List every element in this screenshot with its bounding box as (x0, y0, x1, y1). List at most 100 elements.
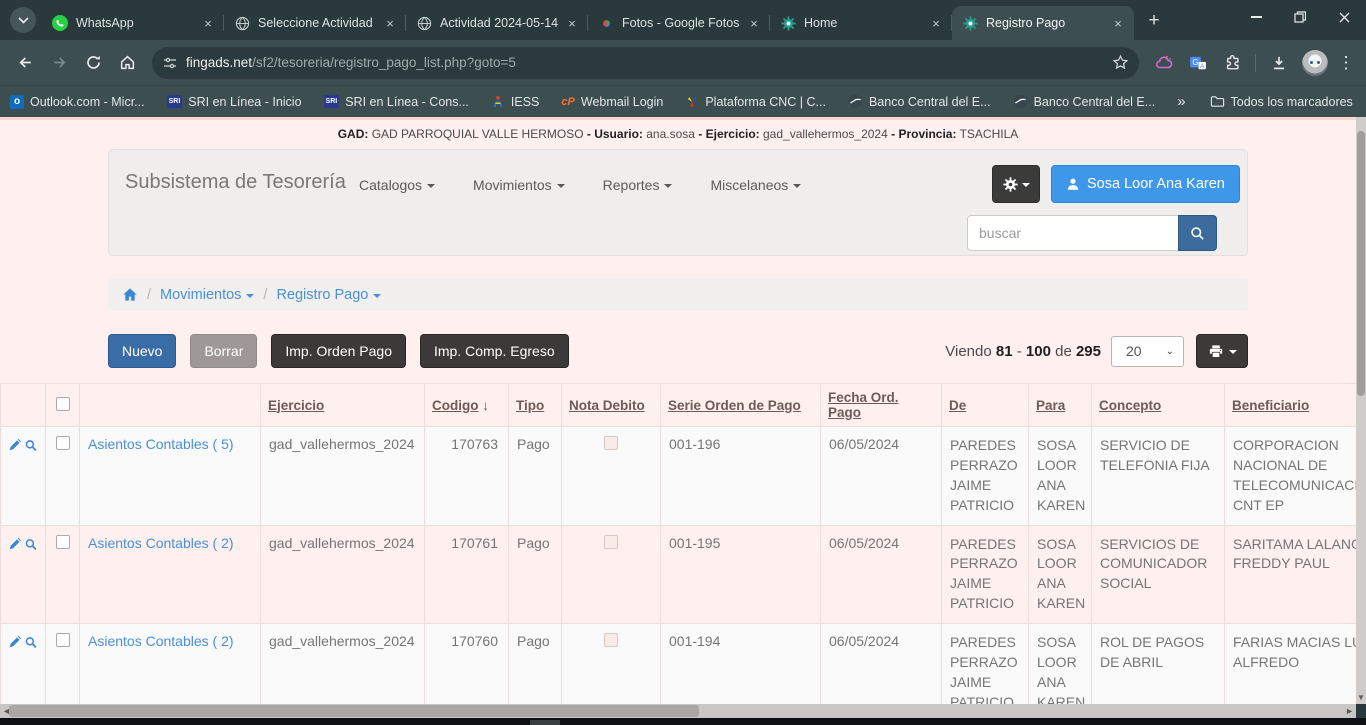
all-bookmarks-button[interactable]: Todos los marcadores (1210, 94, 1353, 109)
forward-button[interactable] (42, 46, 76, 80)
header-de[interactable]: De (942, 384, 1029, 427)
translate-icon[interactable]: GA (1181, 46, 1215, 80)
search-button[interactable] (1178, 215, 1217, 251)
bookmark-plataforma-cnc[interactable]: Plataforma CNC | C... (685, 95, 826, 109)
borrar-button[interactable]: Borrar (190, 334, 257, 368)
imp-orden-pago-button[interactable]: Imp. Orden Pago (271, 334, 406, 368)
imp-comp-egreso-button[interactable]: Imp. Comp. Egreso (420, 334, 569, 368)
tab-registro-pago-active[interactable]: Registro Pago × (952, 6, 1134, 40)
back-button[interactable] (8, 46, 42, 80)
forward-arrow-icon (51, 54, 68, 71)
minimize-button[interactable] (1234, 0, 1278, 34)
cell-ejercicio: gad_vallehermos_2024 (261, 525, 425, 624)
horizontal-scrollbar-thumb[interactable] (9, 705, 699, 717)
menu-movimientos[interactable]: Movimientos (473, 177, 565, 193)
close-window-button[interactable] (1322, 0, 1366, 34)
tab-close-icon[interactable]: × (1110, 15, 1126, 31)
asientos-contables-link[interactable]: Asientos Contables ( 5) (88, 436, 234, 452)
tab-actividad[interactable]: Actividad 2024-05-14 × (406, 6, 588, 40)
tab-close-icon[interactable]: × (564, 15, 580, 31)
bookmark-star-icon[interactable] (1112, 54, 1129, 71)
user-account-button[interactable]: Sosa Loor Ana Karen (1051, 165, 1240, 203)
downloads-icon[interactable] (1262, 46, 1296, 80)
bookmark-iess[interactable]: IESS (491, 95, 540, 109)
site-settings-icon[interactable] (162, 55, 178, 71)
chevron-down-icon (557, 184, 565, 188)
tab-home[interactable]: Home × (770, 6, 952, 40)
paging-total: 295 (1076, 343, 1101, 360)
tab-search-button[interactable] (10, 7, 36, 33)
header-nota-debito[interactable]: Nota Debito (562, 384, 661, 427)
bookmarks-overflow-icon[interactable]: » (1177, 93, 1185, 110)
cell-fecha: 06/05/2024 (821, 427, 942, 526)
edit-pencil-icon[interactable] (9, 635, 21, 650)
chevron-down-icon (427, 184, 435, 188)
header-asientos (80, 384, 261, 427)
menu-miscelaneos[interactable]: Miscelaneos (710, 177, 801, 193)
address-bar[interactable]: fingads.net/sf2/tesoreria/registro_pago_… (152, 47, 1139, 79)
home-icon[interactable] (122, 287, 138, 302)
new-tab-button[interactable]: + (1140, 7, 1168, 35)
reload-button[interactable] (76, 46, 110, 80)
browser-menu-icon[interactable]: ⋮ (1334, 46, 1358, 80)
tab-close-icon[interactable]: × (200, 15, 216, 31)
asientos-contables-link[interactable]: Asientos Contables ( 2) (88, 535, 234, 551)
view-search-icon[interactable] (25, 635, 37, 650)
bookmark-sri-consultas[interactable]: SRI SRI en Línea - Cons... (324, 95, 469, 109)
breadcrumb-registro-pago[interactable]: Registro Pago (276, 287, 381, 303)
tab-seleccione-actividad[interactable]: Seleccione Actividad × (224, 6, 406, 40)
bookmark-sri-inicio[interactable]: SRI SRI en Línea - Inicio (167, 95, 302, 109)
maximize-button[interactable] (1278, 0, 1322, 34)
view-search-icon[interactable] (25, 537, 37, 552)
edit-pencil-icon[interactable] (9, 537, 21, 552)
ejercicio-value: gad_vallehermos_2024 (763, 127, 888, 141)
header-codigo[interactable]: Codigo ↓ (425, 384, 509, 427)
scroll-down-icon[interactable]: ▼ (1357, 693, 1365, 702)
tab-close-icon[interactable]: × (382, 15, 398, 31)
header-serie[interactable]: Serie Orden de Pago (661, 384, 821, 427)
tab-close-icon[interactable]: × (746, 15, 762, 31)
row-checkbox[interactable] (56, 633, 70, 647)
nuevo-button[interactable]: Nuevo (108, 334, 176, 368)
header-concepto[interactable]: Concepto (1092, 384, 1225, 427)
scroll-right-icon[interactable]: ► (1345, 706, 1354, 716)
tab-close-icon[interactable]: × (928, 15, 944, 31)
bookmark-webmail[interactable]: cP Webmail Login (561, 95, 663, 109)
horizontal-scrollbar[interactable]: ◄ ► (0, 704, 1356, 718)
tab-google-fotos[interactable]: Fotos - Google Fotos × (588, 6, 770, 40)
asientos-contables-link[interactable]: Asientos Contables ( 2) (88, 633, 234, 649)
row-checkbox[interactable] (56, 436, 70, 450)
bookmark-banco-central-1[interactable]: Banco Central del E... (848, 94, 991, 109)
home-icon (119, 54, 136, 71)
menu-reportes[interactable]: Reportes (603, 177, 673, 193)
header-fecha[interactable]: Fecha Ord. Pago (821, 384, 942, 427)
header-beneficiario[interactable]: Beneficiario (1225, 384, 1357, 427)
header-ejercicio[interactable]: Ejercicio (261, 384, 425, 427)
header-para[interactable]: Para (1029, 384, 1092, 427)
url-text[interactable]: fingads.net/sf2/tesoreria/registro_pago_… (186, 55, 1112, 70)
bookmark-banco-central-2[interactable]: Banco Central del E... (1013, 94, 1156, 109)
view-search-icon[interactable] (25, 438, 37, 453)
header-tipo[interactable]: Tipo (509, 384, 562, 427)
row-checkbox[interactable] (56, 535, 70, 549)
cell-concepto: SERVICIO DE TELEFONIA FIJA (1092, 427, 1225, 526)
tab-title: Registro Pago (986, 16, 1110, 30)
breadcrumb-movimientos[interactable]: Movimientos (160, 287, 254, 303)
weather-extension-icon[interactable] (1147, 46, 1181, 80)
extensions-puzzle-icon[interactable] (1215, 46, 1249, 80)
home-button[interactable] (110, 46, 144, 80)
page-size-select[interactable]: 20 ⌄ (1111, 336, 1184, 367)
settings-gear-button[interactable] (992, 165, 1040, 203)
cell-serie: 001-195 (661, 525, 821, 624)
edit-pencil-icon[interactable] (9, 438, 21, 453)
profile-avatar[interactable] (1302, 50, 1328, 76)
vertical-scrollbar-thumb[interactable] (1357, 131, 1365, 396)
search-input[interactable] (967, 215, 1178, 251)
bookmark-outlook[interactable]: o Outlook.com - Micr... (10, 95, 145, 109)
vertical-scrollbar[interactable]: ▼ (1356, 117, 1366, 704)
chevron-down-icon (793, 184, 801, 188)
menu-catalogos[interactable]: Catalogos (359, 177, 435, 193)
tab-whatsapp[interactable]: WhatsApp × (42, 6, 224, 40)
select-all-checkbox[interactable] (56, 397, 70, 411)
print-button[interactable] (1196, 334, 1248, 368)
